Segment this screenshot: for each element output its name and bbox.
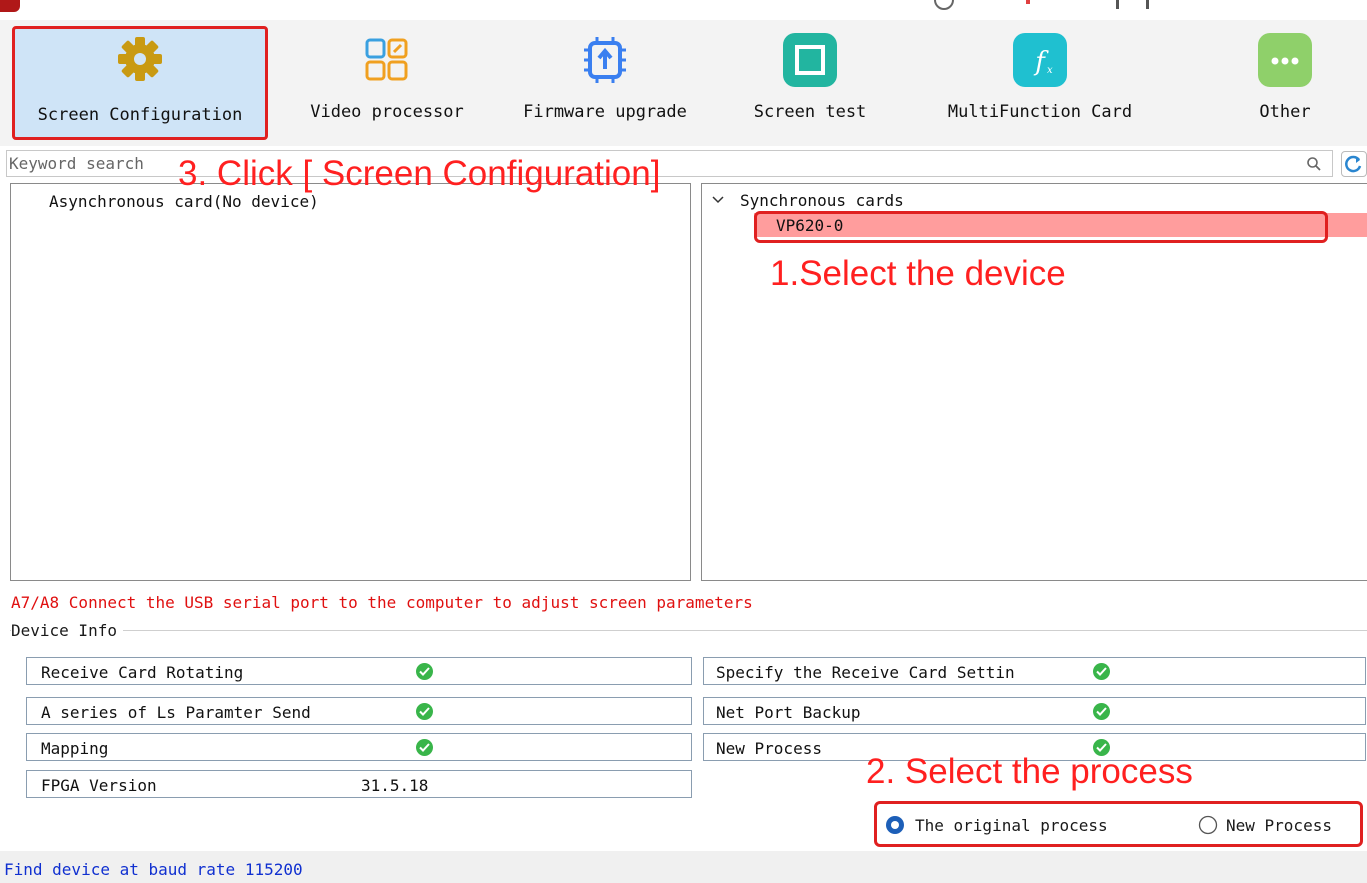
device-info-row: A series of Ls Paramter Send [26,697,692,725]
screen-icon [780,30,840,90]
fpga-version-row: FPGA Version 31.5.18 [26,770,692,798]
screen-test-label: Screen test [753,102,867,122]
screen-configuration-button[interactable]: Screen Configuration [12,26,268,140]
device-info-row: Specify the Receive Card Settin [703,657,1366,685]
usb-notice: A7/A8 Connect the USB serial port to the… [11,593,753,612]
multifunction-card-button[interactable]: f x MultiFunction Card [930,20,1150,146]
tree-group-synchronous-cards[interactable]: Synchronous cards [740,191,904,210]
firmware-upgrade-label: Firmware upgrade [523,102,687,122]
check-icon [416,739,433,756]
device-info-title: Device Info [11,621,123,640]
radio-label: New Process [1226,816,1332,835]
app-logo [0,0,20,12]
row-label: New Process [716,739,822,758]
firmware-upgrade-button[interactable]: Firmware upgrade [500,20,710,146]
chip-upload-icon [575,30,635,90]
radio-label: The original process [915,816,1108,835]
other-label: Other [1259,102,1311,122]
row-label: Receive Card Rotating [41,663,244,682]
gear-icon [110,29,170,89]
device-info-row: Net Port Backup [703,697,1366,725]
chevron-down-icon[interactable] [712,196,724,204]
more-icon [1255,30,1315,90]
refresh-icon [1345,155,1362,173]
radio-original-process[interactable]: The original process [885,814,1155,836]
video-processor-label: Video processor [310,102,464,122]
check-icon [416,703,433,720]
asynchronous-card-list: Asynchronous card(No device) [10,183,691,581]
process-options-box: The original process New Process [874,801,1363,847]
annotation-step3: 3. Click [ Screen Configuration] [178,154,661,193]
check-icon [1093,663,1110,680]
svg-text:x: x [1047,65,1053,76]
screen-configuration-label: Screen Configuration [37,105,243,125]
video-processor-button[interactable]: Video processor [282,20,492,146]
screen-test-button[interactable]: Screen test [720,20,900,146]
radio-new-process[interactable]: New Process [1198,814,1363,836]
row-label: A series of Ls Paramter Send [41,703,311,722]
row-label: Specify the Receive Card Settin [716,663,1015,682]
grid-apps-icon [357,30,417,90]
check-icon [1093,703,1110,720]
row-label: Net Port Backup [716,703,861,722]
row-label: Mapping [41,739,109,758]
other-button[interactable]: Other [1220,20,1350,146]
device-info-row: Receive Card Rotating [26,657,692,685]
status-text: Find device at baud rate 115200 [4,860,303,879]
status-bar: Find device at baud rate 115200 [0,851,1367,883]
annotation-step2: 2. Select the process [866,752,1193,791]
annotation-step1: 1.Select the device [770,254,1066,293]
fpga-version-label: FPGA Version [41,776,157,795]
refresh-button[interactable] [1341,151,1367,177]
main-toolbar: Screen Configuration Video processor Fir… [0,20,1367,146]
radio-unchecked-icon [1198,815,1218,835]
fpga-version-value: 31.5.18 [361,776,429,795]
radio-checked-icon [886,816,904,834]
annotation-box-device [754,211,1328,243]
title-strip [0,0,1367,20]
device-info-row: Mapping [26,733,692,761]
list-item-asynchronous-card[interactable]: Asynchronous card(No device) [49,192,319,211]
multifunction-card-label: MultiFunction Card [947,102,1133,122]
search-icon[interactable] [1306,156,1322,172]
cropped-title-marks [934,0,1149,10]
check-icon [416,663,433,680]
function-icon: f x [1010,30,1070,90]
